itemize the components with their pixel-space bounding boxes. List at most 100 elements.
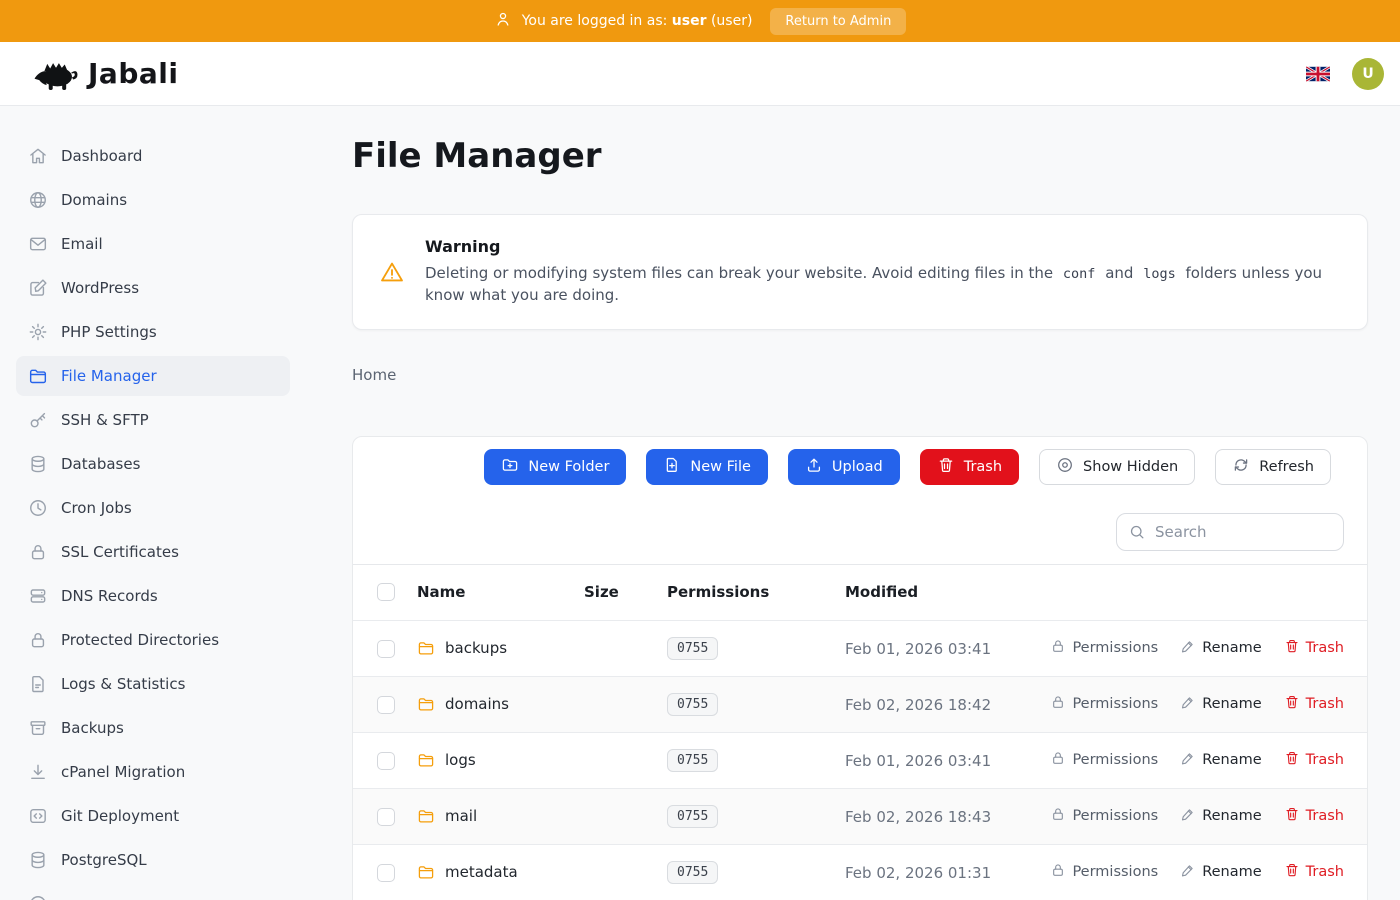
sidebar-item-17[interactable] xyxy=(16,884,290,900)
row-rename-button[interactable]: Rename xyxy=(1180,806,1261,826)
sidebar-item-php-settings[interactable]: PHP Settings xyxy=(16,312,290,352)
file-row-mail: mail 0755 Feb 02, 2026 18:43 Perm xyxy=(353,788,1367,844)
upload-icon xyxy=(805,456,823,478)
sidebar-item-protected-directories[interactable]: Protected Directories xyxy=(16,620,290,660)
warning-icon xyxy=(379,259,405,285)
sidebar-item-git-deployment[interactable]: Git Deployment xyxy=(16,796,290,836)
modified-date: Feb 02, 2026 01:31 xyxy=(845,864,991,882)
sidebar-item-email[interactable]: Email xyxy=(16,224,290,264)
folder-name-link[interactable]: backups xyxy=(445,639,507,657)
sidebar-item-file-manager[interactable]: File Manager xyxy=(16,356,290,396)
row-permissions-button[interactable]: Permissions xyxy=(1050,638,1158,658)
row-checkbox[interactable] xyxy=(377,752,395,770)
row-checkbox[interactable] xyxy=(377,640,395,658)
row-trash-button[interactable]: Trash xyxy=(1284,862,1344,882)
sidebar-nav: Dashboard Domains Email WordPress PHP Se… xyxy=(0,106,306,900)
sidebar-item-cron-jobs[interactable]: Cron Jobs xyxy=(16,488,290,528)
row-trash-button[interactable]: Trash xyxy=(1284,806,1344,826)
refresh-button[interactable]: Refresh xyxy=(1215,449,1331,485)
file-row-domains: domains 0755 Feb 02, 2026 18:42 P xyxy=(353,676,1367,732)
code-icon xyxy=(28,806,48,826)
app-header: Jabali U xyxy=(0,42,1400,106)
column-header-permissions: Permissions xyxy=(667,564,845,620)
return-to-admin-button[interactable]: Return to Admin xyxy=(770,8,906,35)
sidebar-item-backups[interactable]: Backups xyxy=(16,708,290,748)
row-checkbox[interactable] xyxy=(377,696,395,714)
folder-name-link[interactable]: mail xyxy=(445,807,477,825)
lock-icon xyxy=(1050,862,1066,882)
row-rename-button[interactable]: Rename xyxy=(1180,862,1261,882)
row-checkbox[interactable] xyxy=(377,808,395,826)
sidebar-item-ssl-certificates[interactable]: SSL Certificates xyxy=(16,532,290,572)
new-file-button[interactable]: New File xyxy=(646,449,768,485)
page-title: File Manager xyxy=(352,136,1368,176)
row-rename-button[interactable]: Rename xyxy=(1180,694,1261,714)
trash-icon xyxy=(1284,862,1300,882)
select-all-checkbox[interactable] xyxy=(377,583,395,601)
logged-in-prefix: You are logged in as: xyxy=(522,13,668,29)
trash-icon xyxy=(1284,638,1300,658)
sidebar-item-dashboard[interactable]: Dashboard xyxy=(16,136,290,176)
folder-name-link[interactable]: domains xyxy=(445,695,509,713)
sidebar-item-logs-statistics[interactable]: Logs & Statistics xyxy=(16,664,290,704)
search-input[interactable] xyxy=(1116,513,1344,551)
breadcrumb-home-link[interactable]: Home xyxy=(352,366,396,384)
sidebar-item-label: Protected Directories xyxy=(61,631,219,649)
file-plus-icon xyxy=(663,456,681,478)
row-trash-button[interactable]: Trash xyxy=(1284,750,1344,770)
lock-icon xyxy=(1050,806,1066,826)
brand-logo[interactable]: Jabali xyxy=(32,57,178,91)
language-flag-icon[interactable] xyxy=(1306,66,1330,82)
row-checkbox[interactable] xyxy=(377,864,395,882)
row-trash-button[interactable]: Trash xyxy=(1284,694,1344,714)
database-icon xyxy=(28,850,48,870)
permissions-badge: 0755 xyxy=(667,861,718,884)
sidebar-item-label: Email xyxy=(61,235,103,253)
home-icon xyxy=(28,146,48,166)
upload-button[interactable]: Upload xyxy=(788,449,900,485)
row-permissions-button[interactable]: Permissions xyxy=(1050,862,1158,882)
modified-date: Feb 02, 2026 18:42 xyxy=(845,696,991,714)
globe-icon xyxy=(28,190,48,210)
row-trash-button[interactable]: Trash xyxy=(1284,638,1344,658)
row-permissions-button[interactable]: Permissions xyxy=(1050,750,1158,770)
sidebar-item-label: cPanel Migration xyxy=(61,763,185,781)
sidebar-item-ssh-sftp[interactable]: SSH & SFTP xyxy=(16,400,290,440)
folder-name-link[interactable]: metadata xyxy=(445,863,518,881)
sidebar-item-domains[interactable]: Domains xyxy=(16,180,290,220)
sidebar-item-databases[interactable]: Databases xyxy=(16,444,290,484)
new-folder-button[interactable]: New Folder xyxy=(484,449,626,485)
trash-button[interactable]: Trash xyxy=(920,449,1019,485)
code-conf: conf xyxy=(1058,266,1101,282)
boar-icon xyxy=(32,57,80,91)
pencil-icon xyxy=(1180,862,1196,882)
show-hidden-button[interactable]: Show Hidden xyxy=(1039,449,1195,485)
row-rename-button[interactable]: Rename xyxy=(1180,638,1261,658)
warning-title: Warning xyxy=(425,237,1341,256)
sidebar-item-label: PostgreSQL xyxy=(61,851,147,869)
folder-icon xyxy=(417,751,435,769)
lock-icon xyxy=(28,630,48,650)
folder-icon xyxy=(417,863,435,881)
sidebar-item-dns-records[interactable]: DNS Records xyxy=(16,576,290,616)
modified-date: Feb 01, 2026 03:41 xyxy=(845,752,991,770)
file-manager-panel: New Folder New File Upload Trash Show Hi… xyxy=(352,436,1368,900)
row-permissions-button[interactable]: Permissions xyxy=(1050,806,1158,826)
column-header-name: Name xyxy=(417,564,584,620)
sidebar-item-wordpress[interactable]: WordPress xyxy=(16,268,290,308)
circle-icon xyxy=(28,894,48,900)
sidebar-item-postgresql[interactable]: PostgreSQL xyxy=(16,840,290,880)
trash-icon xyxy=(1284,694,1300,714)
file-row-logs: logs 0755 Feb 01, 2026 03:41 Perm xyxy=(353,732,1367,788)
user-avatar[interactable]: U xyxy=(1352,58,1384,90)
sidebar-item-label: Databases xyxy=(61,455,140,473)
row-permissions-button[interactable]: Permissions xyxy=(1050,694,1158,714)
code-logs: logs xyxy=(1138,266,1181,282)
files-table-header-row: Name Size Permissions Modified xyxy=(353,564,1367,620)
sidebar-item-cpanel-migration[interactable]: cPanel Migration xyxy=(16,752,290,792)
impersonation-bar: You are logged in as: user (user) Return… xyxy=(0,0,1400,42)
folder-name-link[interactable]: logs xyxy=(445,751,476,769)
sidebar-item-label: DNS Records xyxy=(61,587,158,605)
sidebar-item-label: WordPress xyxy=(61,279,139,297)
row-rename-button[interactable]: Rename xyxy=(1180,750,1261,770)
